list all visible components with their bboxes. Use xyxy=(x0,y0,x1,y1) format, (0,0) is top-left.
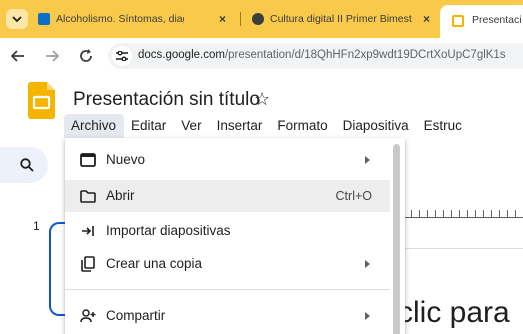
horizontal-ruler xyxy=(405,206,523,218)
tab-divider xyxy=(240,12,241,26)
tune-icon xyxy=(116,51,128,61)
forward-arrow-icon xyxy=(46,50,59,62)
menu-item-label: Nuevo xyxy=(106,152,146,167)
menu-ver[interactable]: Ver xyxy=(174,114,209,138)
url-host: docs.google.com xyxy=(138,49,225,61)
menu-diapositiva[interactable]: Diapositiva xyxy=(336,114,417,138)
slides-logo-icon[interactable] xyxy=(28,82,55,119)
menu-item-compartir[interactable]: Compartir xyxy=(65,300,390,332)
submenu-arrow-icon xyxy=(365,260,370,268)
tab-title: Presentaci xyxy=(472,14,522,26)
menu-estructura[interactable]: Estruc xyxy=(417,114,470,138)
copy-icon xyxy=(80,256,96,272)
slide-title-placeholder[interactable]: clic para xyxy=(398,296,510,330)
back-button[interactable] xyxy=(8,46,28,66)
browser-tab-presentacion[interactable]: Presentaci xyxy=(440,5,523,38)
browser-toolbar: docs.google.com/presentation/d/18QhHFn2x… xyxy=(0,38,523,74)
menu-archivo[interactable]: Archivo xyxy=(64,114,125,138)
slide-number: 1 xyxy=(33,219,40,233)
outlook-icon xyxy=(38,13,50,25)
tab-title: Cultura digital II Primer Bimestr xyxy=(270,13,412,25)
menu-formato[interactable]: Formato xyxy=(270,114,335,138)
submenu-arrow-icon xyxy=(365,156,370,164)
close-icon[interactable]: × xyxy=(219,12,226,26)
archivo-dropdown-menu: Nuevo Abrir Ctrl+O Importar diapositivas… xyxy=(65,138,405,334)
menu-item-label: Abrir xyxy=(106,188,135,203)
menu-scrollbar[interactable] xyxy=(393,144,400,334)
folder-icon xyxy=(80,188,96,204)
browser-tab-cultura-digital[interactable]: Cultura digital II Primer Bimestr × xyxy=(252,9,432,29)
canvas-guide-line xyxy=(405,248,523,249)
browser-tab-alcoholismo[interactable]: Alcoholismo. Síntomas, diagnó × xyxy=(38,9,228,29)
menu-insertar[interactable]: Insertar xyxy=(210,114,271,138)
url-text: docs.google.com/presentation/d/18QhHFn2x… xyxy=(138,49,506,61)
reload-icon xyxy=(80,49,92,62)
address-bar[interactable]: docs.google.com/presentation/d/18QhHFn2x… xyxy=(108,43,523,69)
menu-item-label: Crear una copia xyxy=(106,256,203,271)
menu-item-label: Importar diapositivas xyxy=(106,223,231,238)
forward-button[interactable] xyxy=(42,46,62,66)
new-presentation-icon xyxy=(80,152,96,168)
tab-search-button[interactable] xyxy=(6,9,28,29)
search-icon xyxy=(20,158,34,172)
chevron-down-icon xyxy=(12,16,22,23)
menu-editar[interactable]: Editar xyxy=(124,114,174,138)
document-title[interactable]: Presentación sin título xyxy=(73,89,260,111)
close-icon[interactable]: × xyxy=(423,12,430,26)
globe-icon xyxy=(252,13,264,25)
import-icon xyxy=(80,223,96,239)
star-icon[interactable]: ☆ xyxy=(254,89,270,110)
menu-item-importar-diapositivas[interactable]: Importar diapositivas xyxy=(65,215,390,247)
menu-item-abrir[interactable]: Abrir Ctrl+O xyxy=(65,180,390,212)
share-person-icon xyxy=(80,308,96,324)
search-menus-button[interactable] xyxy=(0,147,48,183)
back-arrow-icon xyxy=(11,50,24,62)
menu-bar: Archivo Editar Ver Insertar Formato Diap… xyxy=(64,114,470,138)
menu-item-crear-copia[interactable]: Crear una copia xyxy=(65,248,390,280)
menu-item-nuevo[interactable]: Nuevo xyxy=(65,144,390,176)
tab-title: Alcoholismo. Síntomas, diagnó xyxy=(56,13,184,25)
menu-divider xyxy=(65,289,390,290)
reload-button[interactable] xyxy=(76,46,96,66)
menu-item-shortcut: Ctrl+O xyxy=(335,189,372,203)
site-info-button[interactable] xyxy=(112,46,132,66)
url-path: /presentation/d/18QhHFn2xp9wdt19DCrtXoUp… xyxy=(224,49,506,61)
slides-icon xyxy=(452,15,464,27)
submenu-arrow-icon xyxy=(365,312,370,320)
menu-item-label: Compartir xyxy=(106,308,166,323)
browser-tab-strip: Alcoholismo. Síntomas, diagnó × Cultura … xyxy=(0,0,523,38)
